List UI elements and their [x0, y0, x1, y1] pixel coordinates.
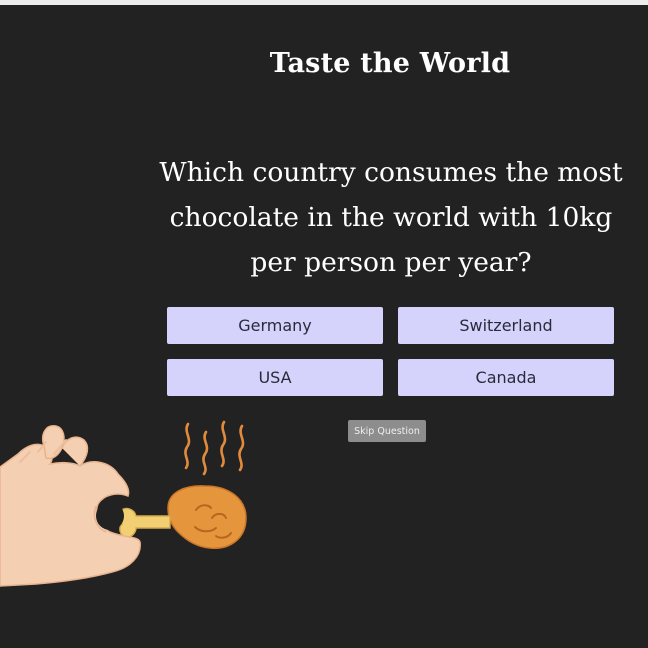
skip-question-button[interactable]: Skip Question	[348, 420, 426, 442]
answer-button-canada[interactable]: Canada	[398, 359, 614, 396]
window-top-bar	[0, 0, 648, 5]
drumstick-bone-icon	[117, 507, 171, 538]
answer-button-germany[interactable]: Germany	[167, 307, 383, 344]
page-title: Taste the World	[269, 48, 511, 79]
drumstick-meat-icon	[167, 485, 247, 549]
steam-lines-icon	[184, 420, 245, 476]
answer-button-usa[interactable]: USA	[167, 359, 383, 396]
hand-holding-drumstick-icon	[0, 420, 247, 587]
question-text: Which country consumes the most chocolat…	[159, 157, 623, 278]
answer-button-switzerland[interactable]: Switzerland	[398, 307, 614, 344]
